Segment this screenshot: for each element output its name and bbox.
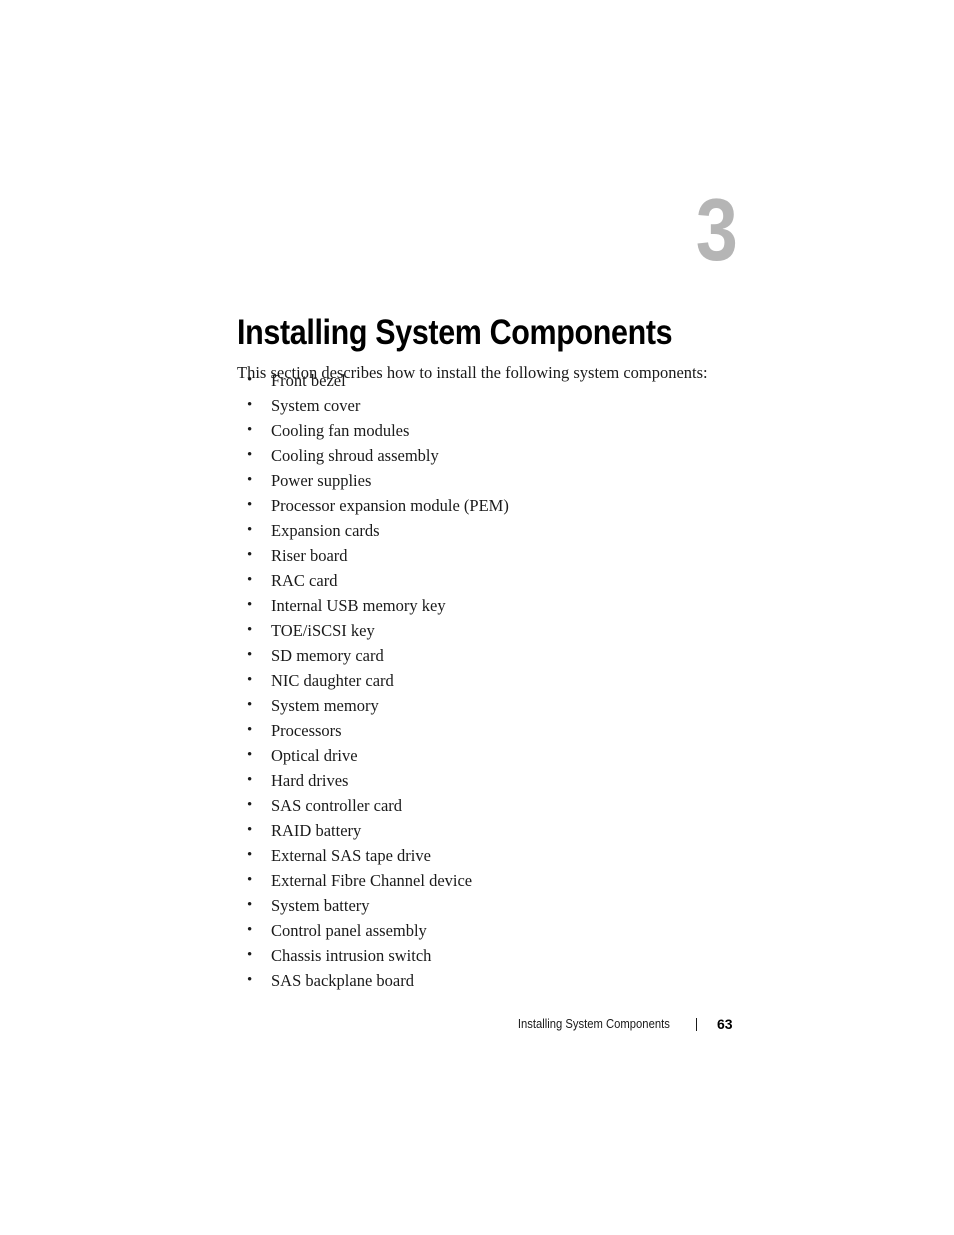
list-item: • External Fibre Channel device xyxy=(247,868,509,893)
bullet-icon: • xyxy=(247,822,253,838)
list-item: • Expansion cards xyxy=(247,518,509,543)
list-item-label: SD memory card xyxy=(271,646,384,665)
document-page: 3 Installing System Components This sect… xyxy=(0,0,954,1235)
bullet-icon: • xyxy=(247,697,253,713)
list-item-label: Processors xyxy=(271,721,342,740)
list-item-label: External SAS tape drive xyxy=(271,846,431,865)
list-item-label: Chassis intrusion switch xyxy=(271,946,432,965)
list-item: • System memory xyxy=(247,693,509,718)
list-item-label: Power supplies xyxy=(271,471,372,490)
list-item: • Cooling fan modules xyxy=(247,418,509,443)
bullet-icon: • xyxy=(247,572,253,588)
list-item-label: RAID battery xyxy=(271,821,362,840)
bullet-icon: • xyxy=(247,747,253,763)
footer-separator-rule xyxy=(696,1017,697,1031)
page-title: Installing System Components xyxy=(237,313,673,353)
bullet-icon: • xyxy=(247,722,253,738)
bullet-icon: • xyxy=(247,847,253,863)
list-item-label: System memory xyxy=(271,696,379,715)
list-item-label: TOE/iSCSI key xyxy=(271,621,375,640)
bullet-icon: • xyxy=(247,372,253,388)
bullet-icon: • xyxy=(247,947,253,963)
bullet-icon: • xyxy=(247,547,253,563)
bullet-icon: • xyxy=(247,522,253,538)
bullet-icon: • xyxy=(247,797,253,813)
page-footer: Installing System Components 63 xyxy=(0,1014,737,1034)
list-item: • Processors xyxy=(247,718,509,743)
page-number: 63 xyxy=(717,1016,733,1032)
bullet-icon: • xyxy=(247,397,253,413)
bullet-icon: • xyxy=(247,447,253,463)
list-item: • TOE/iSCSI key xyxy=(247,618,509,643)
component-list: • Front bezel • System cover • Cooling fan mo… xyxy=(247,368,509,993)
list-item: • Chassis intrusion switch xyxy=(247,943,509,968)
list-item: • Internal USB memory key xyxy=(247,593,509,618)
list-item: • System cover xyxy=(247,393,509,418)
list-item: • Control panel assembly xyxy=(247,918,509,943)
bullet-icon: • xyxy=(247,672,253,688)
bullet-icon: • xyxy=(247,647,253,663)
list-item: • RAC card xyxy=(247,568,509,593)
bullet-icon: • xyxy=(247,772,253,788)
list-item: • Optical drive xyxy=(247,743,509,768)
list-item: • Cooling shroud assembly xyxy=(247,443,509,468)
list-item: • Power supplies xyxy=(247,468,509,493)
bullet-icon: • xyxy=(247,922,253,938)
bullet-icon: • xyxy=(247,622,253,638)
list-item-label: NIC daughter card xyxy=(271,671,394,690)
list-item-label: Processor expansion module (PEM) xyxy=(271,496,509,515)
bullet-icon: • xyxy=(247,897,253,913)
list-item-label: External Fibre Channel device xyxy=(271,871,473,890)
list-item-label: Front bezel xyxy=(271,371,346,390)
list-item: • Processor expansion module (PEM) xyxy=(247,493,509,518)
list-item: • Front bezel xyxy=(247,368,509,393)
list-item-label: Internal USB memory key xyxy=(271,596,446,615)
list-item: • Riser board xyxy=(247,543,509,568)
list-item: • SD memory card xyxy=(247,643,509,668)
list-item-label: Optical drive xyxy=(271,746,358,765)
list-item-label: Control panel assembly xyxy=(271,921,427,940)
bullet-icon: • xyxy=(247,872,253,888)
list-item: • Hard drives xyxy=(247,768,509,793)
list-item-label: Riser board xyxy=(271,546,348,565)
list-item-label: System cover xyxy=(271,396,361,415)
footer-running-title: Installing System Components xyxy=(518,1017,670,1031)
bullet-icon: • xyxy=(247,472,253,488)
list-item: • NIC daughter card xyxy=(247,668,509,693)
bullet-icon: • xyxy=(247,497,253,513)
list-item-label: Hard drives xyxy=(271,771,349,790)
bullet-icon: • xyxy=(247,422,253,438)
list-item: • System battery xyxy=(247,893,509,918)
list-item-label: SAS controller card xyxy=(271,796,403,815)
bullet-icon: • xyxy=(247,597,253,613)
list-item-label: Cooling fan modules xyxy=(271,421,410,440)
list-item-label: System battery xyxy=(271,896,370,915)
bullet-icon: • xyxy=(247,972,253,988)
list-item-label: Expansion cards xyxy=(271,521,380,540)
list-item-label: RAC card xyxy=(271,571,338,590)
list-item: • RAID battery xyxy=(247,818,509,843)
list-item: • SAS controller card xyxy=(247,793,509,818)
chapter-number: 3 xyxy=(695,180,738,279)
list-item: • SAS backplane board xyxy=(247,968,509,993)
list-item-label: SAS backplane board xyxy=(271,971,414,990)
list-item: • External SAS tape drive xyxy=(247,843,509,868)
list-item-label: Cooling shroud assembly xyxy=(271,446,439,465)
